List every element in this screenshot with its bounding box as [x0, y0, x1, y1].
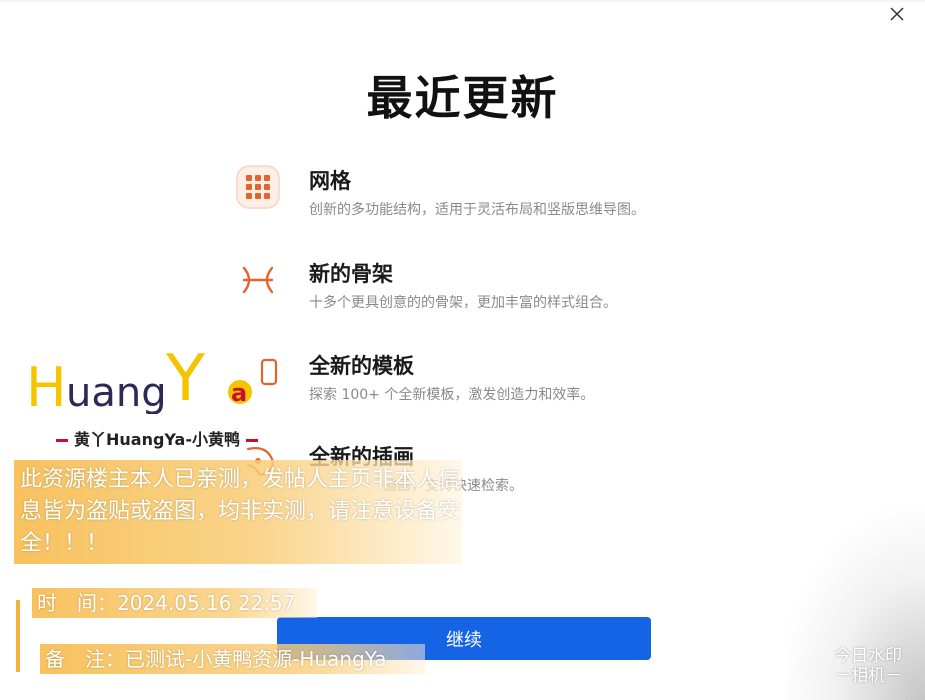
watermark-brand-logo: H uang Y a — [26, 346, 252, 414]
feature-grid: 网格 创新的多功能结构，适用于灵活布局和竖版思维导图。 — [236, 165, 736, 225]
svg-text:uang: uang — [66, 370, 167, 414]
svg-text:Y: Y — [165, 346, 206, 414]
watermark-subtitle: 黄丫HuangYa-小黄鸭 — [50, 426, 264, 450]
svg-text:H: H — [26, 356, 67, 414]
dialog-title: 最近更新 — [366, 71, 559, 125]
watermark-camera-line2: －相机－ — [834, 666, 902, 686]
feature-template: 全新的模板 探索 100+ 个全新模板，激发创造力和效率。 — [236, 350, 736, 410]
top-strip — [0, 0, 925, 2]
watermark-camera-label: 今日水印 －相机－ — [825, 646, 911, 686]
watermark-subtitle-text: 黄丫HuangYa-小黄鸭 — [74, 430, 240, 449]
close-button[interactable] — [887, 4, 907, 24]
grid-icon — [236, 165, 280, 209]
feature-title: 新的骨架 — [309, 262, 393, 286]
feature-title: 全新的模板 — [309, 354, 414, 378]
skeleton-icon — [236, 258, 280, 302]
red-dash-decoration — [245, 439, 258, 442]
svg-text:a: a — [231, 379, 247, 407]
feature-title: 网格 — [309, 169, 351, 193]
watermark-time: 时 间：2024.05.16 22:57 — [32, 588, 317, 618]
watermark-note: 备 注：已测试-小黄鸭资源-HuangYa — [40, 644, 425, 674]
red-dash-decoration — [56, 439, 68, 442]
close-icon — [890, 7, 904, 21]
watermark-camera-line1: 今日水印 — [834, 646, 902, 666]
feature-description: 十多个更具创意的的骨架，更加丰富的样式组合。 — [309, 295, 617, 311]
watermark-accent-bar — [16, 600, 20, 672]
watermark-logo: H uang Y a 黄丫HuangYa-小黄鸭 — [22, 346, 262, 456]
watermark-notice: 此资源楼主本人已亲测，发帖人主页非本人信息皆为盗贴或盗图，均非实测，请注意设备安… — [14, 460, 462, 564]
feature-skeleton: 新的骨架 十多个更具创意的的骨架，更加丰富的样式组合。 — [236, 258, 736, 318]
feature-description: 探索 100+ 个全新模板，激发创造力和效率。 — [309, 387, 595, 403]
feature-description: 创新的多功能结构，适用于灵活布局和竖版思维导图。 — [309, 202, 645, 218]
watermark-notice-text: 此资源楼主本人已亲测，发帖人主页非本人信息皆为盗贴或盗图，均非实测，请注意设备安… — [20, 467, 461, 556]
